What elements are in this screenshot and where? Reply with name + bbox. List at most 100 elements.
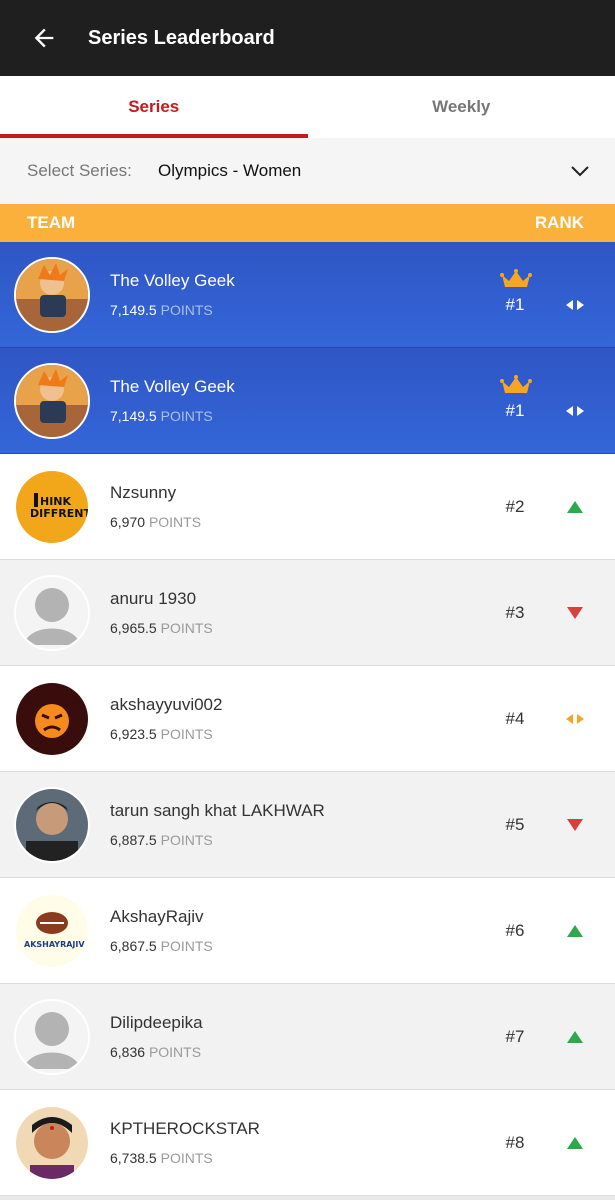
- rank-cell: #3: [485, 603, 545, 623]
- points-value: 7,149.5: [110, 408, 157, 424]
- rank-value: #2: [505, 496, 525, 516]
- points-value: 6,836: [110, 1044, 146, 1060]
- rank-cell: #6: [485, 921, 545, 941]
- team-info: tarun sangh khat LAKHWAR 6,887.5 POINTS: [110, 801, 485, 848]
- team-points: 6,867.5 POINTS: [110, 938, 485, 954]
- series-select-value: Olympics - Women: [158, 161, 302, 180]
- avatar: AKSHAYRAJIV: [14, 892, 90, 969]
- rank-value: #3: [505, 602, 525, 622]
- rank-up-icon: [545, 924, 605, 938]
- series-select-label: Select Series:: [27, 161, 132, 180]
- leaderboard-row[interactable]: akshayyuvi002 6,923.5 POINTS #4: [0, 666, 615, 772]
- rank-value: #8: [505, 1132, 525, 1152]
- table-header: TEAM RANK: [0, 204, 615, 242]
- rank-value: #1: [505, 400, 525, 420]
- leaderboard-row[interactable]: tarun sangh khat LAKHWAR 6,887.5 POINTS #5: [0, 772, 615, 878]
- rank-value: #6: [505, 920, 525, 940]
- chevron-down-icon: [569, 160, 591, 182]
- points-unit: POINTS: [160, 938, 213, 954]
- rank-cell: #2: [485, 497, 545, 517]
- points-value: 7,149.5: [110, 302, 157, 318]
- team-name: AkshayRajiv: [110, 907, 204, 926]
- svg-text:DIFFRENT: DIFFRENT: [30, 507, 88, 520]
- crown-icon: [500, 268, 532, 294]
- points-unit: POINTS: [160, 302, 213, 318]
- rank-cell: #8: [485, 1133, 545, 1153]
- points-unit: POINTS: [160, 1150, 213, 1166]
- team-name: KPTHEROCKSTAR: [110, 1119, 260, 1138]
- crown-icon: [500, 374, 532, 400]
- team-points: 6,887.5 POINTS: [110, 832, 485, 848]
- leaderboard-row[interactable]: Dilipdeepika 6,836 POINTS #7: [0, 984, 615, 1090]
- team-name: Nzsunny: [110, 483, 177, 502]
- points-unit: POINTS: [148, 1044, 202, 1060]
- rank-value: #7: [505, 1026, 525, 1046]
- points-value: 6,970: [110, 514, 146, 530]
- avatar: [14, 680, 90, 757]
- leaderboard-row[interactable]: AKSHAYRAJIV AkshayRajiv 6,867.5 POINTS #6: [0, 878, 615, 984]
- page-title: Series Leaderboard: [88, 26, 275, 49]
- team-points: 7,149.5 POINTS: [110, 302, 485, 318]
- points-value: 6,867.5: [110, 938, 157, 954]
- rank-value: #4: [505, 708, 525, 728]
- avatar: [14, 998, 90, 1075]
- rank-up-icon: [545, 1136, 605, 1150]
- avatar: [14, 574, 90, 651]
- team-points: 7,149.5 POINTS: [110, 408, 485, 424]
- points-unit: POINTS: [160, 726, 213, 742]
- leaderboard-row[interactable]: The Volley Geek 7,149.5 POINTS #1: [0, 242, 615, 348]
- team-info: KPTHEROCKSTAR 6,738.5 POINTS: [110, 1119, 485, 1166]
- team-column-header: TEAM: [27, 213, 76, 232]
- team-name: The Volley Geek: [110, 271, 235, 290]
- avatar: [14, 256, 90, 333]
- points-value: 6,923.5: [110, 726, 157, 742]
- rank-up-icon: [545, 500, 605, 514]
- team-points: 6,923.5 POINTS: [110, 726, 485, 742]
- rank-value: #1: [505, 294, 525, 314]
- team-name: Dilipdeepika: [110, 1013, 203, 1032]
- points-value: 6,738.5: [110, 1150, 157, 1166]
- team-points: 6,970 POINTS: [110, 514, 485, 530]
- team-points: 6,965.5 POINTS: [110, 620, 485, 636]
- team-name: The Volley Geek: [110, 377, 235, 396]
- leaderboard-row[interactable]: anuru 1930 6,965.5 POINTS #3: [0, 560, 615, 666]
- team-points: 6,836 POINTS: [110, 1044, 485, 1060]
- rank-cell: #1: [485, 374, 545, 421]
- series-select[interactable]: Select Series: Olympics - Women: [0, 138, 615, 204]
- tab-weekly[interactable]: Weekly: [308, 76, 615, 138]
- points-unit: POINTS: [148, 514, 202, 530]
- points-unit: POINTS: [160, 832, 213, 848]
- leaderboard-row[interactable]: KPTHEROCKSTAR 6,738.5 POINTS #8: [0, 1090, 615, 1196]
- tab-bar: Series Weekly: [0, 76, 615, 138]
- team-info: The Volley Geek 7,149.5 POINTS: [110, 377, 485, 424]
- team-points: 6,738.5 POINTS: [110, 1150, 485, 1166]
- team-info: AkshayRajiv 6,867.5 POINTS: [110, 907, 485, 954]
- app-bar: Series Leaderboard: [0, 0, 615, 76]
- rank-cell: #1: [485, 268, 545, 315]
- points-value: 6,965.5: [110, 620, 157, 636]
- no-change-icon: [545, 713, 605, 725]
- team-info: Dilipdeepika 6,836 POINTS: [110, 1013, 485, 1060]
- points-unit: POINTS: [160, 408, 213, 424]
- rank-cell: #7: [485, 1027, 545, 1047]
- avatar: HINK DIFFRENT: [14, 468, 90, 545]
- svg-text:AKSHAYRAJIV: AKSHAYRAJIV: [24, 940, 85, 949]
- avatar: [14, 1104, 90, 1181]
- rank-up-icon: [545, 1030, 605, 1044]
- team-info: anuru 1930 6,965.5 POINTS: [110, 589, 485, 636]
- rank-down-icon: [545, 606, 605, 620]
- rank-column-header: RANK: [534, 213, 584, 232]
- leaderboard-row[interactable]: The Volley Geek 7,149.5 POINTS #1: [0, 348, 615, 454]
- back-button[interactable]: [0, 0, 88, 76]
- tab-series[interactable]: Series: [0, 76, 308, 138]
- back-arrow-icon: [34, 28, 54, 48]
- team-name: anuru 1930: [110, 589, 197, 608]
- leaderboard-row[interactable]: HINK DIFFRENT Nzsunny 6,970 POINTS #2: [0, 454, 615, 560]
- leaderboard-list: The Volley Geek 7,149.5 POINTS #1 The Volle…: [0, 242, 615, 1196]
- team-name: akshayyuvi002: [110, 695, 223, 714]
- avatar: [14, 786, 90, 863]
- points-value: 6,887.5: [110, 832, 157, 848]
- points-unit: POINTS: [160, 620, 213, 636]
- team-name: tarun sangh khat LAKHWAR: [110, 801, 325, 820]
- team-info: The Volley Geek 7,149.5 POINTS: [110, 271, 485, 318]
